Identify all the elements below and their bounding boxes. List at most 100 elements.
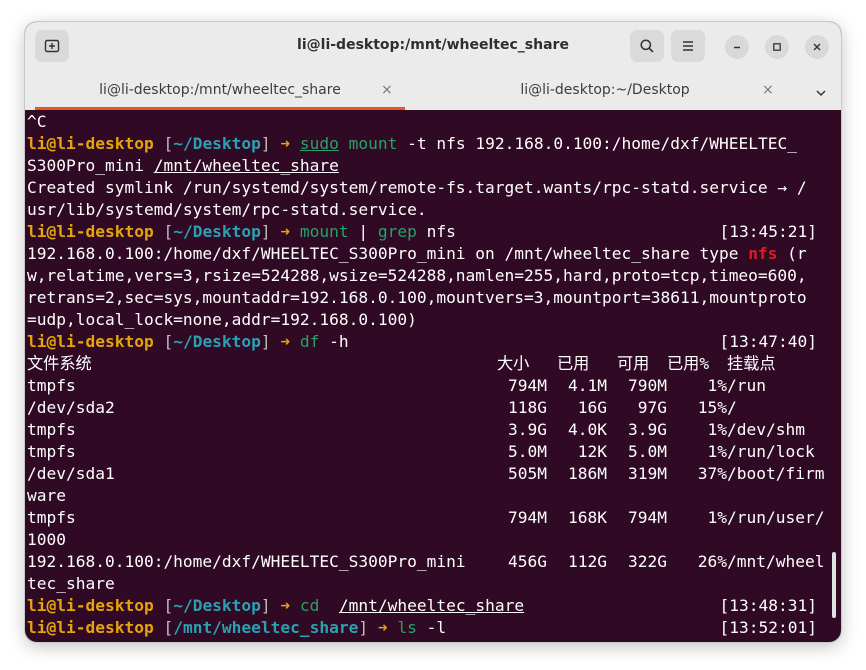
tab-close-icon[interactable]: ×	[762, 82, 774, 98]
tab-list-button[interactable]	[815, 84, 827, 103]
df-cell: 794M	[508, 376, 547, 395]
df-cell: 12K	[577, 442, 607, 461]
terminal-line: 192.168.0.100:/home/dxf/WHEELTEC_S300Pro…	[27, 243, 807, 265]
prompt-bracket: ]	[260, 332, 271, 351]
output-text: ^C	[27, 112, 47, 131]
terminal-window: li@li-desktop:/mnt/wheeltec_share li@li-…	[25, 22, 841, 642]
output-text: retrans=2,sec=sys,mountaddr=192.168.0.10…	[27, 288, 807, 307]
df-cell: 1%	[707, 420, 728, 439]
df-cell: 168K	[568, 508, 607, 527]
command: cd	[299, 596, 320, 615]
df-cell: 3.9G	[628, 420, 667, 439]
prompt-path: ~/Desktop	[173, 596, 261, 615]
df-cell: 4.0K	[568, 420, 607, 439]
df-cell: /	[727, 398, 737, 417]
prompt-bracket: [	[153, 618, 174, 637]
df-cell: 1%	[707, 376, 728, 395]
df-cell: 37%	[697, 464, 727, 483]
prompt-user: li@li-desktop	[27, 332, 154, 351]
output-highlight: nfs	[748, 244, 778, 263]
command: df	[299, 332, 320, 351]
scrollbar[interactable]	[832, 552, 836, 618]
tab-desktop[interactable]: li@li-desktop:~/Desktop ×	[415, 70, 795, 110]
tab-label: li@li-desktop:~/Desktop	[520, 82, 690, 98]
df-cell: 322G	[628, 552, 667, 571]
terminal-line: li@li-desktop [~/Desktop] ➜ df -h [13:47:…	[27, 331, 839, 353]
df-cell: 794M	[628, 508, 667, 527]
df-cell: 118G	[508, 398, 547, 417]
prompt-bracket: ]	[260, 596, 271, 615]
output-text: 192.168.0.100:/home/dxf/WHEELTEC_S300Pro…	[27, 244, 749, 263]
tab-wheeltec-share[interactable]: li@li-desktop:/mnt/wheeltec_share ×	[25, 70, 415, 110]
command: ls	[397, 618, 417, 637]
df-cell: tmpfs	[27, 376, 76, 395]
terminal-line: Created symlink /run/systemd/system/remo…	[27, 177, 807, 199]
output-text: 1000	[27, 530, 66, 549]
command-path: /mnt/wheeltec_share	[338, 596, 525, 615]
output-path: /mnt/wheeltec_share	[153, 156, 339, 175]
prompt-arrow: ➜	[368, 618, 398, 637]
df-cell: 97G	[637, 398, 667, 417]
timestamp: [13:47:40]	[719, 332, 817, 351]
terminal-line: /dev/sda1 505M 186M 319M 37%/boot/firm	[27, 463, 839, 485]
prompt-bracket: ]	[260, 134, 271, 153]
terminal-output[interactable]: ^C li@li-desktop [~/Desktop] ➜ sudo mount…	[25, 110, 841, 642]
df-cell: 456G	[508, 552, 547, 571]
chevron-down-icon	[816, 90, 826, 97]
df-cell: /boot/firm	[727, 464, 825, 483]
terminal-line: ware	[27, 485, 66, 507]
terminal-line: 1000	[27, 529, 66, 551]
close-window-button[interactable]	[805, 35, 829, 59]
terminal-line: li@li-desktop [~/Desktop] ➜ cd /mnt/whee…	[27, 595, 839, 617]
terminal-line: li@li-desktop [~/Desktop] ➜ sudo mount -…	[27, 133, 797, 155]
prompt-user: li@li-desktop	[27, 618, 154, 637]
df-cell: 192.168.0.100:/home/dxf/WHEELTEC_S300Pro…	[27, 552, 466, 571]
tab-close-icon[interactable]: ×	[381, 82, 393, 98]
minimize-button[interactable]	[725, 35, 749, 59]
prompt-bracket: [	[153, 222, 174, 241]
timestamp: [13:45:21]	[719, 222, 817, 241]
prompt-user: li@li-desktop	[27, 222, 154, 241]
df-cell: 505M	[508, 464, 547, 483]
hamburger-menu-icon	[683, 41, 693, 51]
tab-label: li@li-desktop:/mnt/wheeltec_share	[99, 82, 341, 98]
terminal-line: tmpfs 3.9G 4.0K 3.9G 1%/dev/shm	[27, 419, 839, 441]
df-cell: 794M	[508, 508, 547, 527]
terminal-line: 文件系统 大小 已用 可用 已用% 挂载点	[27, 353, 839, 375]
df-cell: /run/lock	[727, 442, 815, 461]
terminal-line: li@li-desktop [/mnt/wheeltec_share] ➜ ls…	[27, 617, 839, 639]
command-args: -l	[416, 618, 447, 637]
search-button[interactable]	[630, 30, 664, 62]
df-cell: /dev/shm	[727, 420, 805, 439]
maximize-button[interactable]	[765, 35, 789, 59]
prompt-path: ~/Desktop	[173, 134, 261, 153]
timestamp: [13:52:01]	[719, 618, 817, 637]
terminal-line: usr/lib/systemd/system/rpc-statd.service…	[27, 199, 427, 221]
df-cell: 5.0M	[628, 442, 667, 461]
terminal-line: =udp,local_lock=none,addr=192.168.0.100)	[27, 309, 417, 331]
df-cell: 文件系统	[27, 354, 92, 373]
df-cell: 可用	[617, 354, 650, 373]
df-cell: 112G	[568, 552, 607, 571]
command: sudo	[299, 134, 339, 153]
maximize-icon	[773, 43, 781, 51]
terminal-line: ^C	[27, 111, 47, 133]
command-args: |	[348, 222, 378, 241]
close-icon	[813, 43, 821, 51]
command-args: -h	[319, 332, 349, 351]
df-cell: 1%	[707, 442, 728, 461]
tab-bar: li@li-desktop:/mnt/wheeltec_share × li@l…	[25, 70, 841, 110]
output-text: ware	[27, 486, 66, 505]
terminal-line: tmpfs 794M 168K 794M 1%/run/user/	[27, 507, 839, 529]
terminal-line: li@li-desktop [~/Desktop] ➜ mount | grep…	[27, 221, 839, 243]
search-icon	[640, 39, 654, 53]
df-cell: 790M	[628, 376, 667, 395]
prompt-arrow: ➜	[270, 596, 300, 615]
df-cell: 186M	[568, 464, 607, 483]
prompt-arrow: ➜	[270, 134, 300, 153]
menu-button[interactable]	[671, 30, 705, 62]
command-args: nfs	[416, 222, 456, 241]
df-cell: 15%	[697, 398, 727, 417]
prompt-arrow: ➜	[270, 222, 300, 241]
prompt-arrow: ➜	[270, 332, 300, 351]
